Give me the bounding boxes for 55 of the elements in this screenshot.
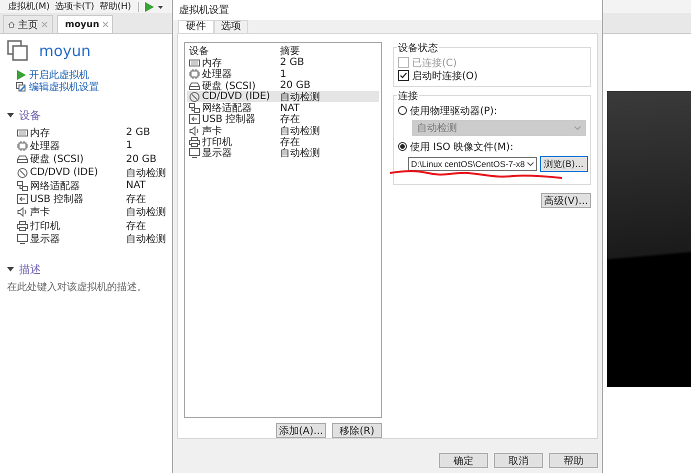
device-name[interactable]: USB 控制器: [30, 192, 126, 206]
device-row[interactable]: 内存 2 GB: [187, 57, 379, 69]
column-header: 设备: [188, 44, 210, 58]
device-name[interactable]: 网络适配器: [30, 178, 126, 193]
tab[interactable]: 主页: [3, 15, 53, 33]
device-summary: 自动检测: [126, 166, 166, 180]
action-link[interactable]: 开启此虚拟机: [29, 68, 89, 82]
device-name[interactable]: 硬盘 (SCSI): [30, 152, 126, 166]
radio-label[interactable]: 使用 ISO 映像文件(M):: [410, 140, 514, 154]
device-summary: 20 GB: [126, 154, 157, 165]
device-row[interactable]: 打印机 存在: [187, 136, 379, 148]
list-button[interactable]: 添加(A)...: [276, 423, 326, 438]
iso-path-combobox[interactable]: D:\Linux centOS\CentOS-7-x8: [408, 157, 537, 171]
menu-item[interactable]: 帮助(H): [99, 0, 132, 12]
device-summary: NAT: [126, 180, 146, 192]
advanced-button[interactable]: 高级(V)...: [541, 193, 591, 208]
section-heading[interactable]: 设备: [19, 108, 41, 123]
device-name[interactable]: 打印机: [30, 218, 126, 233]
list-button[interactable]: 移除(R): [332, 423, 382, 438]
description-placeholder[interactable]: 在此处键入对该虚拟机的描述。: [7, 280, 172, 294]
dialog-button[interactable]: 帮助: [549, 452, 598, 468]
browse-button[interactable]: 浏览(B)...: [540, 156, 588, 172]
tab[interactable]: 硬件: [178, 20, 214, 33]
device-row[interactable]: 声卡 自动检测: [187, 125, 379, 136]
action-link[interactable]: 编辑虚拟机设置: [29, 80, 99, 94]
device-row[interactable]: 显示器 自动检测: [187, 148, 379, 159]
device-summary: 自动检测: [126, 232, 166, 246]
device-row[interactable]: 网络适配器 NAT: [187, 102, 379, 114]
group-title: 连接: [397, 89, 419, 103]
column-header: 摘要: [280, 44, 300, 58]
device-name[interactable]: 内存: [30, 126, 126, 140]
group-title: 设备状态: [397, 41, 439, 55]
device-summary: 2 GB: [126, 127, 150, 138]
checkbox-label[interactable]: 启动时连接(O): [412, 68, 478, 82]
device-name[interactable]: CD/DVD (IDE): [30, 167, 126, 178]
device-row[interactable]: USB 控制器 存在: [187, 114, 379, 126]
dialog-button[interactable]: 确定: [439, 452, 488, 468]
device-name[interactable]: 处理器: [30, 138, 126, 153]
section-heading[interactable]: 描述: [19, 262, 41, 277]
device-row[interactable]: CD/DVD (IDE) 自动检测: [187, 91, 379, 102]
dialog-title: 虚拟机设置: [179, 4, 229, 17]
device-name[interactable]: 显示器: [30, 232, 126, 246]
device-summary: 存在: [126, 220, 146, 233]
device-name[interactable]: 声卡: [30, 205, 126, 220]
tab[interactable]: moyun: [57, 15, 113, 33]
vm-name: moyun: [39, 42, 91, 60]
menu-item[interactable]: 虚拟机(M): [8, 0, 50, 12]
device-row[interactable]: 处理器 1: [187, 68, 379, 80]
dialog-button[interactable]: 取消: [494, 452, 543, 468]
menu-item[interactable]: 选项卡(T): [54, 0, 94, 12]
device-row[interactable]: 硬盘 (SCSI) 20 GB: [187, 80, 379, 92]
device-summary: 自动检测: [126, 206, 166, 220]
device-summary: 存在: [126, 193, 146, 206]
tab[interactable]: 选项: [214, 20, 248, 33]
device-summary: 1: [126, 140, 132, 152]
